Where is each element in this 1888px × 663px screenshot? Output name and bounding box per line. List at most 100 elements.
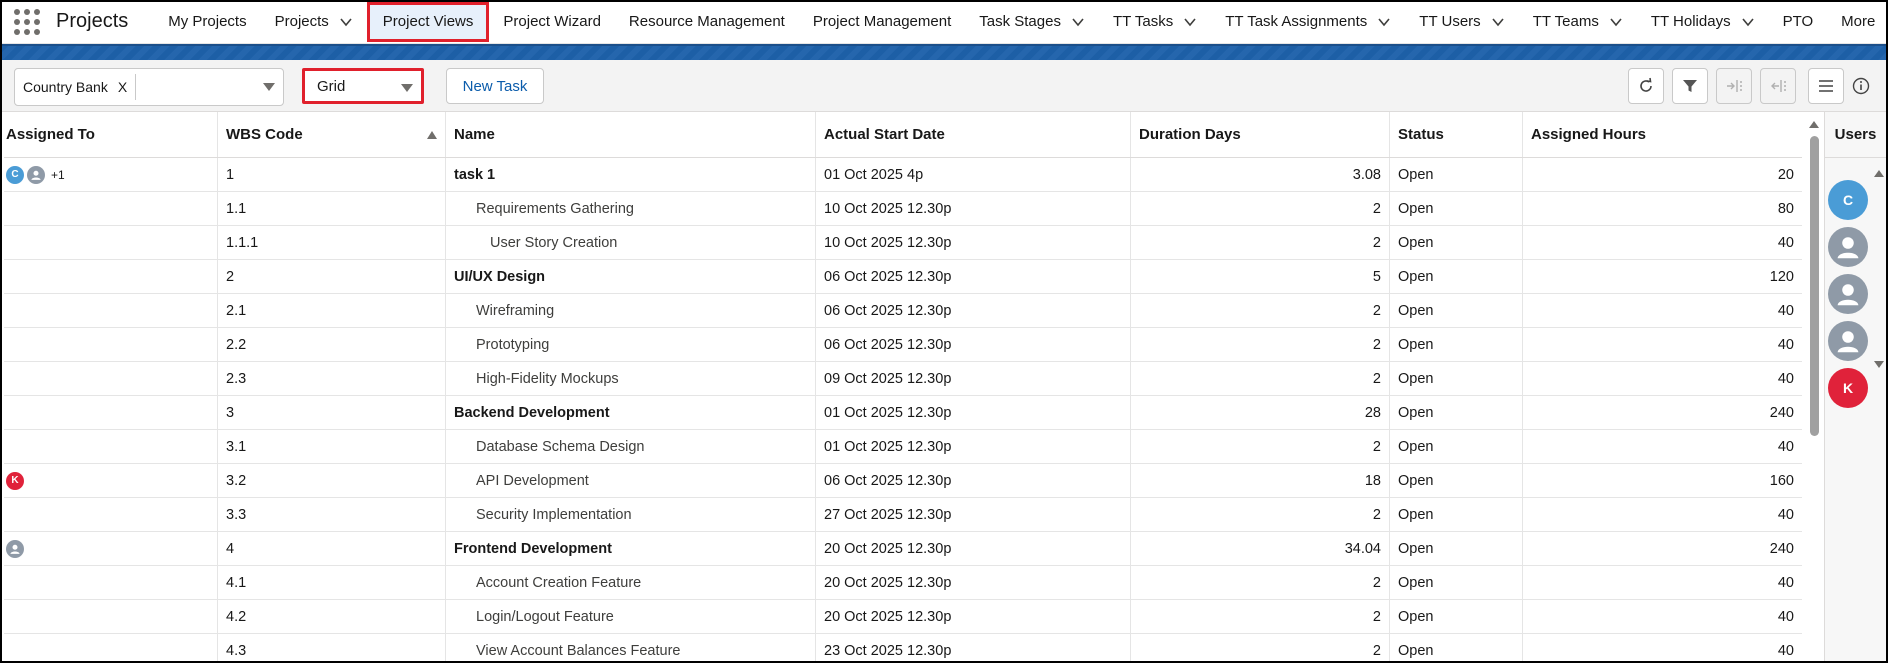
- view-select[interactable]: Grid: [302, 68, 424, 104]
- user-avatar-icon[interactable]: [1828, 274, 1868, 314]
- cell-hours[interactable]: 40: [1523, 600, 1802, 633]
- cell-start[interactable]: 23 Oct 2025 12.30p: [816, 634, 1131, 661]
- cell-status[interactable]: Open: [1390, 464, 1523, 497]
- nav-tab-tt-tasks[interactable]: TT Tasks: [1099, 2, 1211, 42]
- cell-assigned[interactable]: K: [4, 464, 218, 497]
- cell-duration[interactable]: 2: [1131, 192, 1390, 225]
- table-row[interactable]: 3 Backend Development 01 Oct 2025 12.30p 28…: [4, 396, 1802, 430]
- chevron-down-icon[interactable]: [263, 82, 275, 92]
- cell-duration[interactable]: 2: [1131, 498, 1390, 531]
- cell-start[interactable]: 09 Oct 2025 12.30p: [816, 362, 1131, 395]
- cell-duration[interactable]: 2: [1131, 634, 1390, 661]
- cell-wbs[interactable]: 4: [218, 532, 446, 565]
- table-row[interactable]: K 3.2 API Development 06 Oct 2025 12.30p 18 O…: [4, 464, 1802, 498]
- cell-start[interactable]: 10 Oct 2025 12.30p: [816, 192, 1131, 225]
- cell-status[interactable]: Open: [1390, 600, 1523, 633]
- cell-assigned[interactable]: [4, 192, 218, 225]
- table-row[interactable]: 2 UI/UX Design 06 Oct 2025 12.30p 5 Open 120: [4, 260, 1802, 294]
- filter-button[interactable]: [1672, 68, 1708, 104]
- table-row[interactable]: 4 Frontend Development 20 Oct 2025 12.30p 3…: [4, 532, 1802, 566]
- chevron-down-icon[interactable]: [1741, 15, 1755, 29]
- user-avatar[interactable]: C: [1828, 180, 1868, 220]
- cell-wbs[interactable]: 3: [218, 396, 446, 429]
- cell-hours[interactable]: 20: [1523, 158, 1802, 191]
- cell-name[interactable]: Prototyping: [446, 328, 816, 361]
- cell-assigned[interactable]: [4, 430, 218, 463]
- table-row[interactable]: C +1 1 task 1 01 Oct 2025 4p 3.08 Open 20: [4, 158, 1802, 192]
- user-avatar[interactable]: K: [6, 471, 24, 490]
- cell-status[interactable]: Open: [1390, 396, 1523, 429]
- cell-wbs[interactable]: 1.1: [218, 192, 446, 225]
- cell-start[interactable]: 27 Oct 2025 12.30p: [816, 498, 1131, 531]
- cell-assigned[interactable]: [4, 362, 218, 395]
- cell-start[interactable]: 06 Oct 2025 12.30p: [816, 328, 1131, 361]
- user-avatar[interactable]: K: [1828, 368, 1868, 408]
- chevron-down-icon[interactable]: [1377, 15, 1391, 29]
- chevron-down-icon[interactable]: [339, 15, 353, 29]
- table-row[interactable]: 2.2 Prototyping 06 Oct 2025 12.30p 2 Open 40: [4, 328, 1802, 362]
- cell-status[interactable]: Open: [1390, 430, 1523, 463]
- cell-hours[interactable]: 40: [1523, 362, 1802, 395]
- cell-wbs[interactable]: 1: [218, 158, 446, 191]
- column-header-status[interactable]: Status: [1390, 112, 1523, 157]
- cell-assigned[interactable]: [4, 634, 218, 661]
- scroll-up-icon[interactable]: [1808, 119, 1820, 129]
- cell-status[interactable]: Open: [1390, 634, 1523, 661]
- cell-hours[interactable]: 40: [1523, 294, 1802, 327]
- cell-status[interactable]: Open: [1390, 192, 1523, 225]
- cell-status[interactable]: Open: [1390, 294, 1523, 327]
- user-avatar-icon[interactable]: [1828, 321, 1868, 361]
- cell-duration[interactable]: 34.04: [1131, 532, 1390, 565]
- nav-tab-project-wizard[interactable]: Project Wizard: [489, 2, 615, 42]
- cell-duration[interactable]: 3.08: [1131, 158, 1390, 191]
- cell-name[interactable]: High-Fidelity Mockups: [446, 362, 816, 395]
- chevron-down-icon[interactable]: [1071, 15, 1085, 29]
- refresh-button[interactable]: [1628, 68, 1664, 104]
- cell-duration[interactable]: 2: [1131, 566, 1390, 599]
- cell-hours[interactable]: 240: [1523, 396, 1802, 429]
- cell-name[interactable]: Wireframing: [446, 294, 816, 327]
- cell-start[interactable]: 06 Oct 2025 12.30p: [816, 260, 1131, 293]
- cell-assigned[interactable]: [4, 498, 218, 531]
- table-row[interactable]: 3.1 Database Schema Design 01 Oct 2025 12.…: [4, 430, 1802, 464]
- table-row[interactable]: 4.2 Login/Logout Feature 20 Oct 2025 12.30…: [4, 600, 1802, 634]
- column-header-wbs-code[interactable]: WBS Code: [218, 112, 446, 157]
- user-avatar[interactable]: C: [6, 165, 24, 184]
- cell-hours[interactable]: 40: [1523, 430, 1802, 463]
- column-header-assigned-hours[interactable]: Assigned Hours: [1523, 112, 1802, 157]
- cell-duration[interactable]: 2: [1131, 294, 1390, 327]
- table-row[interactable]: 2.3 High-Fidelity Mockups 09 Oct 2025 12.3…: [4, 362, 1802, 396]
- cell-duration[interactable]: 2: [1131, 226, 1390, 259]
- cell-start[interactable]: 01 Oct 2025 12.30p: [816, 396, 1131, 429]
- cell-name[interactable]: Requirements Gathering: [446, 192, 816, 225]
- cell-start[interactable]: 20 Oct 2025 12.30p: [816, 566, 1131, 599]
- column-header-assigned-to[interactable]: Assigned To: [4, 112, 218, 157]
- cell-duration[interactable]: 2: [1131, 362, 1390, 395]
- cell-hours[interactable]: 40: [1523, 566, 1802, 599]
- table-row[interactable]: 4.3 View Account Balances Feature 23 Oct 2…: [4, 634, 1802, 661]
- expand-columns-button[interactable]: [1760, 68, 1796, 104]
- cell-duration[interactable]: 18: [1131, 464, 1390, 497]
- cell-start[interactable]: 06 Oct 2025 12.30p: [816, 294, 1131, 327]
- cell-hours[interactable]: 160: [1523, 464, 1802, 497]
- cell-name[interactable]: Backend Development: [446, 396, 816, 429]
- cell-start[interactable]: 10 Oct 2025 12.30p: [816, 226, 1131, 259]
- cell-wbs[interactable]: 3.1: [218, 430, 446, 463]
- cell-duration[interactable]: 5: [1131, 260, 1390, 293]
- cell-status[interactable]: Open: [1390, 498, 1523, 531]
- cell-duration[interactable]: 28: [1131, 396, 1390, 429]
- cell-wbs[interactable]: 2: [218, 260, 446, 293]
- project-combobox[interactable]: Country Bank X: [14, 68, 284, 106]
- cell-name[interactable]: View Account Balances Feature: [446, 634, 816, 661]
- nav-tab-tt-teams[interactable]: TT Teams: [1519, 2, 1637, 42]
- user-avatar-icon[interactable]: [6, 539, 24, 558]
- cell-assigned[interactable]: [4, 328, 218, 361]
- cell-status[interactable]: Open: [1390, 362, 1523, 395]
- scroll-up-icon[interactable]: [1873, 168, 1885, 178]
- cell-name[interactable]: Login/Logout Feature: [446, 600, 816, 633]
- table-row[interactable]: 1.1 Requirements Gathering 10 Oct 2025 12.…: [4, 192, 1802, 226]
- column-header-duration-days[interactable]: Duration Days: [1131, 112, 1390, 157]
- nav-tab-resource-management[interactable]: Resource Management: [615, 2, 799, 42]
- cell-hours[interactable]: 40: [1523, 498, 1802, 531]
- table-row[interactable]: 2.1 Wireframing 06 Oct 2025 12.30p 2 Open 40: [4, 294, 1802, 328]
